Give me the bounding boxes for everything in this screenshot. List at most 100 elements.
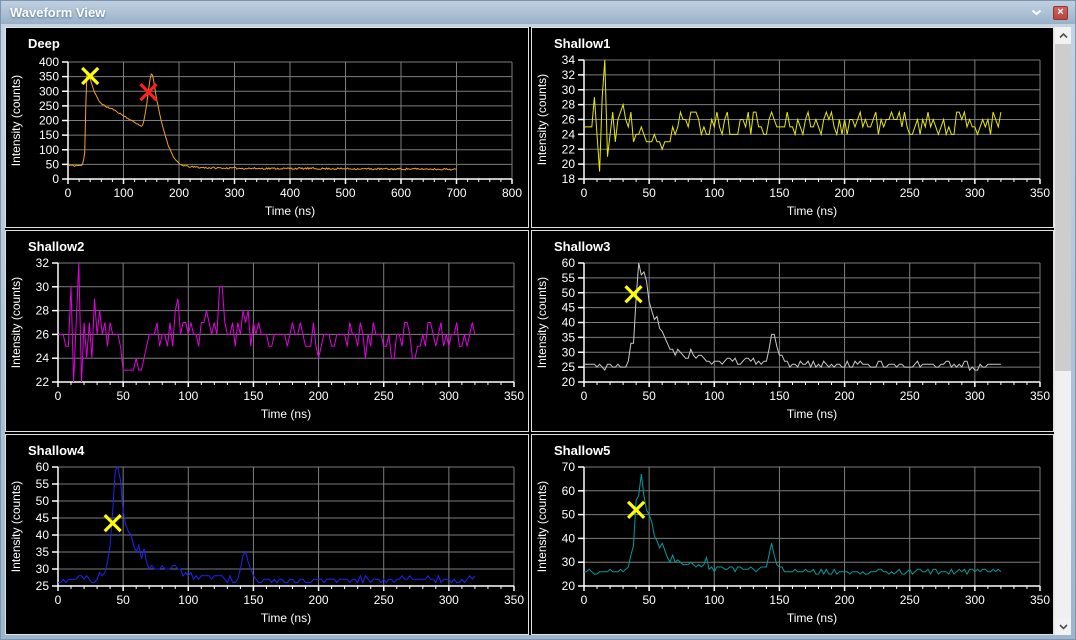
svg-text:50: 50 [642, 389, 656, 403]
svg-text:100: 100 [704, 593, 724, 607]
svg-text:150: 150 [243, 389, 263, 403]
svg-text:40: 40 [561, 531, 575, 545]
waveform-chart[interactable]: 222426283032050100150200250300350Shallow… [6, 231, 528, 430]
svg-text:20: 20 [561, 157, 575, 171]
titlebar[interactable]: Waveform View × [1, 1, 1075, 24]
svg-text:500: 500 [335, 186, 355, 200]
chart-panel-shallow1: 182022242628303234050100150200250300350S… [531, 27, 1055, 228]
waveform-view-window: Waveform View × 050100150200250300350400… [0, 0, 1076, 640]
x-axis-label: Time (ns) [786, 611, 836, 625]
svg-text:50: 50 [642, 593, 656, 607]
x-axis-label: Time (ns) [261, 611, 311, 625]
svg-text:200: 200 [39, 114, 59, 128]
svg-text:350: 350 [504, 389, 524, 403]
svg-text:60: 60 [561, 483, 575, 497]
svg-text:300: 300 [439, 389, 459, 403]
svg-text:200: 200 [834, 186, 854, 200]
waveform-chart[interactable]: 202530354045505560050100150200250300350S… [532, 231, 1054, 430]
svg-text:600: 600 [391, 186, 411, 200]
svg-text:24: 24 [36, 352, 50, 366]
collapse-button[interactable] [1027, 5, 1045, 21]
svg-text:60: 60 [561, 256, 575, 270]
x-axis-label: Time (ns) [786, 204, 836, 218]
svg-text:250: 250 [899, 389, 919, 403]
scrollbar-thumb[interactable] [1055, 44, 1071, 371]
svg-text:300: 300 [439, 593, 459, 607]
cursor-red[interactable] [140, 84, 156, 100]
chart-panel-shallow4: 2530354045505560050100150200250300350Sha… [5, 434, 529, 635]
waveform-chart[interactable]: 203040506070050100150200250300350Shallow… [532, 435, 1054, 634]
chart-panel-shallow2: 222426283032050100150200250300350Shallow… [5, 230, 529, 431]
svg-text:22: 22 [36, 375, 50, 389]
svg-text:50: 50 [116, 389, 130, 403]
waveform-trace [584, 474, 1001, 574]
svg-text:350: 350 [1029, 186, 1049, 200]
svg-text:50: 50 [561, 286, 575, 300]
chart-title: Shallow4 [28, 443, 85, 458]
svg-text:350: 350 [504, 593, 524, 607]
charts-grid: 0501001502002503003504000100200300400500… [5, 27, 1054, 635]
svg-text:30: 30 [36, 280, 50, 294]
svg-text:300: 300 [964, 389, 984, 403]
vertical-scrollbar[interactable] [1054, 27, 1071, 635]
scroll-down-chevron-icon [1059, 624, 1068, 630]
svg-text:55: 55 [36, 477, 50, 491]
svg-text:150: 150 [39, 128, 59, 142]
svg-text:40: 40 [36, 528, 50, 542]
svg-text:50: 50 [46, 157, 60, 171]
svg-text:26: 26 [561, 113, 575, 127]
chart-panel-shallow5: 203040506070050100150200250300350Shallow… [531, 434, 1055, 635]
waveform-chart[interactable]: 0501001502002503003504000100200300400500… [6, 28, 528, 227]
chart-title: Shallow2 [28, 239, 84, 254]
cursor-yellow[interactable] [625, 287, 641, 303]
scroll-up-button[interactable] [1055, 27, 1071, 44]
svg-text:50: 50 [116, 593, 130, 607]
svg-text:28: 28 [36, 304, 50, 318]
chart-panel-shallow3: 202530354045505560050100150200250300350S… [531, 230, 1055, 431]
svg-text:50: 50 [642, 186, 656, 200]
waveform-chart[interactable]: 182022242628303234050100150200250300350S… [532, 28, 1054, 227]
chevron-down-icon [1031, 9, 1042, 16]
svg-text:35: 35 [36, 545, 50, 559]
waveform-trace [584, 263, 1001, 370]
svg-text:150: 150 [769, 389, 789, 403]
svg-text:0: 0 [580, 186, 587, 200]
svg-text:20: 20 [561, 579, 575, 593]
svg-text:400: 400 [39, 55, 59, 69]
y-axis-label: Intensity (counts) [535, 480, 549, 571]
svg-text:100: 100 [39, 143, 59, 157]
svg-text:24: 24 [561, 127, 575, 141]
svg-text:200: 200 [309, 593, 329, 607]
svg-text:22: 22 [561, 142, 575, 156]
svg-text:26: 26 [36, 328, 50, 342]
svg-text:350: 350 [1029, 389, 1049, 403]
svg-text:70: 70 [561, 460, 575, 474]
y-axis-label: Intensity (counts) [9, 480, 23, 571]
svg-text:0: 0 [52, 172, 59, 186]
svg-text:30: 30 [36, 562, 50, 576]
x-axis-label: Time (ns) [786, 407, 836, 421]
svg-text:200: 200 [834, 389, 854, 403]
y-axis-label: Intensity (counts) [9, 75, 23, 166]
svg-text:32: 32 [561, 68, 575, 82]
svg-text:0: 0 [55, 389, 62, 403]
y-axis-label: Intensity (counts) [9, 277, 23, 368]
scrollbar-track[interactable] [1055, 44, 1071, 618]
svg-text:300: 300 [964, 186, 984, 200]
close-button[interactable]: × [1053, 6, 1068, 20]
svg-text:100: 100 [178, 593, 198, 607]
chart-panel-deep: 0501001502002503003504000100200300400500… [5, 27, 529, 228]
svg-text:60: 60 [36, 460, 50, 474]
svg-text:45: 45 [36, 511, 50, 525]
svg-text:0: 0 [55, 593, 62, 607]
svg-text:700: 700 [446, 186, 466, 200]
svg-text:800: 800 [502, 186, 522, 200]
svg-text:30: 30 [561, 346, 575, 360]
waveform-chart[interactable]: 2530354045505560050100150200250300350Sha… [6, 435, 528, 634]
svg-text:34: 34 [561, 53, 575, 67]
svg-text:100: 100 [178, 389, 198, 403]
scroll-down-button[interactable] [1055, 618, 1071, 635]
cursor-yellow[interactable] [82, 68, 98, 84]
svg-text:50: 50 [36, 494, 50, 508]
svg-text:200: 200 [834, 593, 854, 607]
